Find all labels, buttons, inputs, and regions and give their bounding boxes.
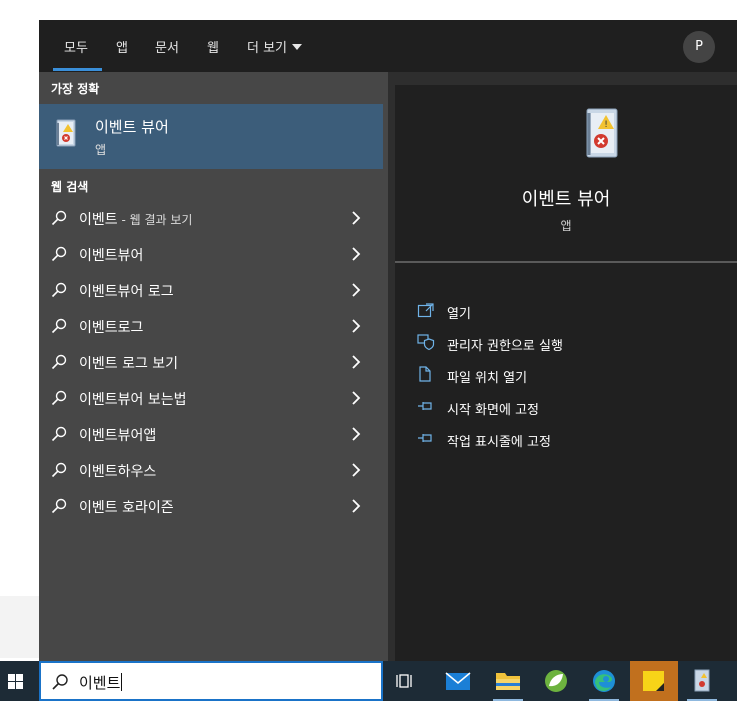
web-result-label: 이벤트 로그 보기 (79, 356, 179, 372)
mail-icon (445, 672, 471, 690)
search-icon (51, 390, 67, 406)
sticky-notes-app[interactable] (630, 661, 678, 701)
user-avatar[interactable]: P (683, 31, 715, 63)
task-view-icon (396, 674, 412, 688)
web-result-label: 이벤트뷰어앱 (79, 428, 157, 444)
chevron-right-icon (352, 391, 361, 405)
tab-web[interactable]: 웹 (207, 37, 219, 56)
shield-icon (417, 334, 435, 351)
active-tab-indicator (53, 68, 102, 71)
detail-pane: ! 이벤트 뷰어 앱 열기 관리자 권한으로 실행 파일 위치 열기 시작 화면… (395, 85, 737, 661)
web-search-heading: 웹 검색 (51, 180, 89, 194)
search-icon (51, 354, 67, 370)
best-match-type: 앱 (95, 143, 107, 157)
best-match-title: 이벤트 뷰어 (95, 118, 169, 136)
search-tabs-bar: 모두 앱 문서 웹 더 보기 P (39, 20, 737, 72)
chevron-down-icon (292, 44, 303, 50)
best-match-item[interactable]: 이벤트 뷰어 앱 (39, 104, 383, 169)
action-pin-to-taskbar[interactable]: 작업 표시줄에 고정 (415, 425, 715, 453)
edge-icon (593, 670, 615, 692)
chevron-right-icon (352, 247, 361, 261)
results-list: 가장 정확 이벤트 뷰어 앱 웹 검색 이벤트 - 웹 결과 보기 이벤트뷰어 (39, 72, 388, 661)
detail-title: 이벤트 뷰어 (521, 189, 611, 210)
sticky-note-icon (643, 671, 664, 691)
folder-icon (496, 673, 520, 690)
web-result-item[interactable]: 이벤트뷰어 보는법 (39, 380, 383, 416)
search-panel: 모두 앱 문서 웹 더 보기 P 가장 정확 이벤트 뷰어 앱 웹 검색 이벤트… (39, 20, 737, 661)
web-result-label: 이벤트뷰어 로그 (79, 284, 174, 300)
search-icon (52, 674, 68, 690)
tab-documents[interactable]: 문서 (155, 37, 179, 56)
windows-logo-icon (8, 674, 23, 689)
text-cursor (121, 673, 123, 691)
action-pin-to-start[interactable]: 시작 화면에 고정 (415, 393, 715, 421)
search-icon (51, 462, 67, 478)
web-result-item[interactable]: 이벤트뷰어 로그 (39, 272, 383, 308)
pin-icon (418, 434, 432, 442)
action-label: 시작 화면에 고정 (447, 403, 539, 418)
event-viewer-app[interactable] (678, 661, 726, 701)
svg-text:!: ! (604, 120, 608, 130)
chevron-right-icon (352, 463, 361, 477)
search-input-value: 이벤트 (79, 674, 121, 692)
search-icon (51, 426, 67, 442)
web-result-label: 이벤트하우스 (79, 464, 157, 480)
spring-app[interactable] (532, 661, 580, 701)
chevron-right-icon (352, 427, 361, 441)
action-label: 작업 표시줄에 고정 (447, 435, 551, 450)
search-icon (51, 282, 67, 298)
action-label: 관리자 권한으로 실행 (447, 339, 563, 354)
web-result-item[interactable]: 이벤트 로그 보기 (39, 344, 383, 380)
search-icon (51, 318, 67, 334)
taskbar-search-input[interactable]: 이벤트 (39, 661, 383, 701)
action-open-file-location[interactable]: 파일 위치 열기 (415, 361, 715, 389)
taskbar: 이벤트 (0, 661, 737, 701)
best-match-heading: 가장 정확 (51, 82, 100, 96)
search-icon (51, 498, 67, 514)
action-run-as-admin[interactable]: 관리자 권한으로 실행 (415, 329, 715, 357)
web-result-item[interactable]: 이벤트뷰어앱 (39, 416, 383, 452)
pin-icon (418, 402, 432, 410)
tab-all[interactable]: 모두 (64, 37, 88, 56)
web-result-label: 이벤트뷰어 보는법 (79, 392, 187, 408)
task-view-button[interactable] (383, 661, 431, 701)
web-result-label: 이벤트뷰어 (79, 248, 144, 264)
web-result-suffix: - 웹 결과 보기 (117, 213, 193, 227)
web-result-item[interactable]: 이벤트 호라이즌 (39, 488, 383, 524)
action-label: 열기 (447, 307, 471, 322)
chevron-right-icon (352, 211, 361, 225)
chevron-right-icon (352, 319, 361, 333)
file-explorer-app[interactable] (484, 661, 532, 701)
tab-apps[interactable]: 앱 (116, 37, 128, 56)
action-label: 파일 위치 열기 (447, 371, 528, 386)
event-viewer-icon (56, 119, 76, 147)
file-location-icon (419, 366, 431, 382)
web-result-label: 이벤트로그 (79, 320, 144, 336)
event-viewer-icon (694, 669, 710, 692)
web-result-item[interactable]: 이벤트하우스 (39, 452, 383, 488)
open-icon (417, 303, 434, 318)
edge-browser-app[interactable] (580, 661, 628, 701)
divider (395, 261, 737, 263)
detail-type: 앱 (560, 219, 572, 233)
chevron-right-icon (352, 355, 361, 369)
web-result-item[interactable]: 이벤트뷰어 (39, 236, 383, 272)
action-open[interactable]: 열기 (415, 297, 715, 325)
leaf-icon (545, 670, 567, 692)
search-icon (51, 246, 67, 262)
web-result-item[interactable]: 이벤트 - 웹 결과 보기 (39, 200, 383, 236)
web-result-item[interactable]: 이벤트로그 (39, 308, 383, 344)
web-result-label: 이벤트 호라이즌 (79, 500, 174, 516)
mail-app[interactable] (434, 661, 482, 701)
chevron-right-icon (352, 499, 361, 513)
chevron-right-icon (352, 283, 361, 297)
tab-more[interactable]: 더 보기 (247, 37, 303, 56)
search-icon (51, 210, 67, 226)
event-viewer-icon: ! (586, 108, 618, 158)
tab-more-label: 더 보기 (247, 41, 288, 56)
start-button[interactable] (0, 661, 38, 701)
web-result-label: 이벤트 (79, 212, 118, 228)
